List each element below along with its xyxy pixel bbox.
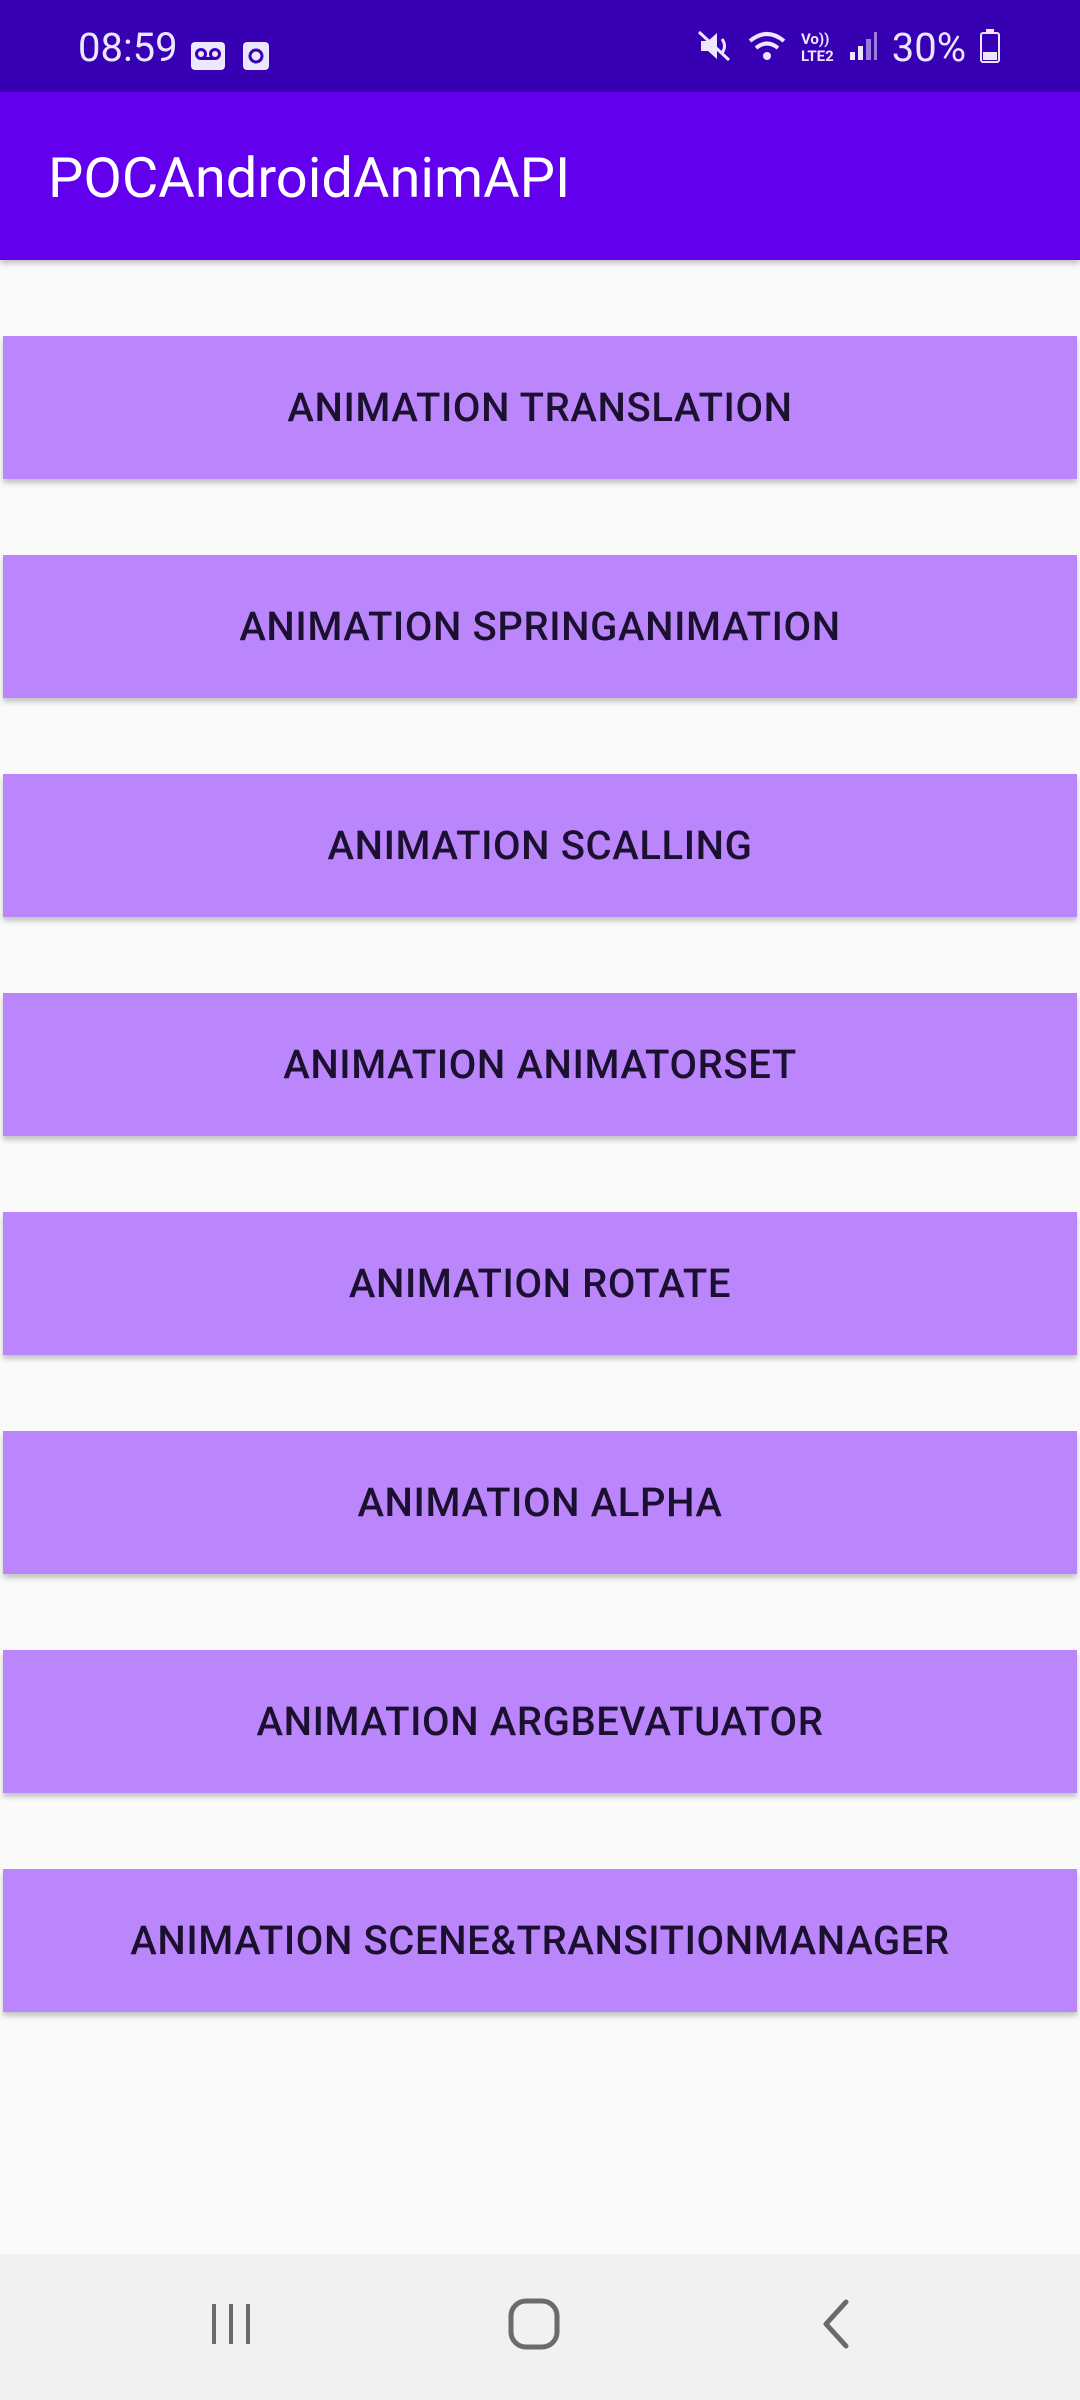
navigation-bar xyxy=(0,2254,1080,2400)
voicemail-icon xyxy=(190,41,226,75)
volte-label: Vo)) xyxy=(800,30,830,48)
status-bar: 08:59 Vo)) LTE2 30% xyxy=(0,0,1080,92)
status-time: 08:59 xyxy=(78,24,178,71)
battery-icon xyxy=(980,29,1000,67)
home-icon[interactable] xyxy=(505,2296,565,2356)
back-icon[interactable] xyxy=(812,2296,862,2356)
animation-scalling-button[interactable]: ANIMATION SCALLING xyxy=(3,774,1077,917)
animation-springanimation-button[interactable]: ANIMATION SPRINGANIMATION xyxy=(3,555,1077,698)
animation-rotate-button[interactable]: ANIMATION ROTATE xyxy=(3,1212,1077,1355)
wifi-icon xyxy=(747,29,787,67)
signal-icon xyxy=(848,30,878,66)
animation-scene-transitionmanager-button[interactable]: ANIMATION SCENE&TRANSITIONMANAGER xyxy=(3,1869,1077,2012)
animation-alpha-button[interactable]: ANIMATION ALPHA xyxy=(3,1431,1077,1574)
animation-animatorset-button[interactable]: ANIMATION ANIMATORSET xyxy=(3,993,1077,1136)
app-title: POCAndroidAnimAPI xyxy=(48,145,571,211)
animation-argbevatuator-button[interactable]: ANIMATION ARGBEVATUATOR xyxy=(3,1650,1077,1793)
volte-lte2-icon: Vo)) LTE2 xyxy=(801,31,834,65)
battery-percent: 30% xyxy=(891,24,966,71)
app-bar: POCAndroidAnimAPI xyxy=(0,92,1080,260)
animation-translation-button[interactable]: ANIMATION TRANSLATION xyxy=(3,336,1077,479)
recent-apps-icon[interactable] xyxy=(204,2296,260,2356)
mute-icon xyxy=(697,28,733,68)
notification-app-icon xyxy=(242,41,270,75)
lte-label: LTE2 xyxy=(800,47,834,65)
